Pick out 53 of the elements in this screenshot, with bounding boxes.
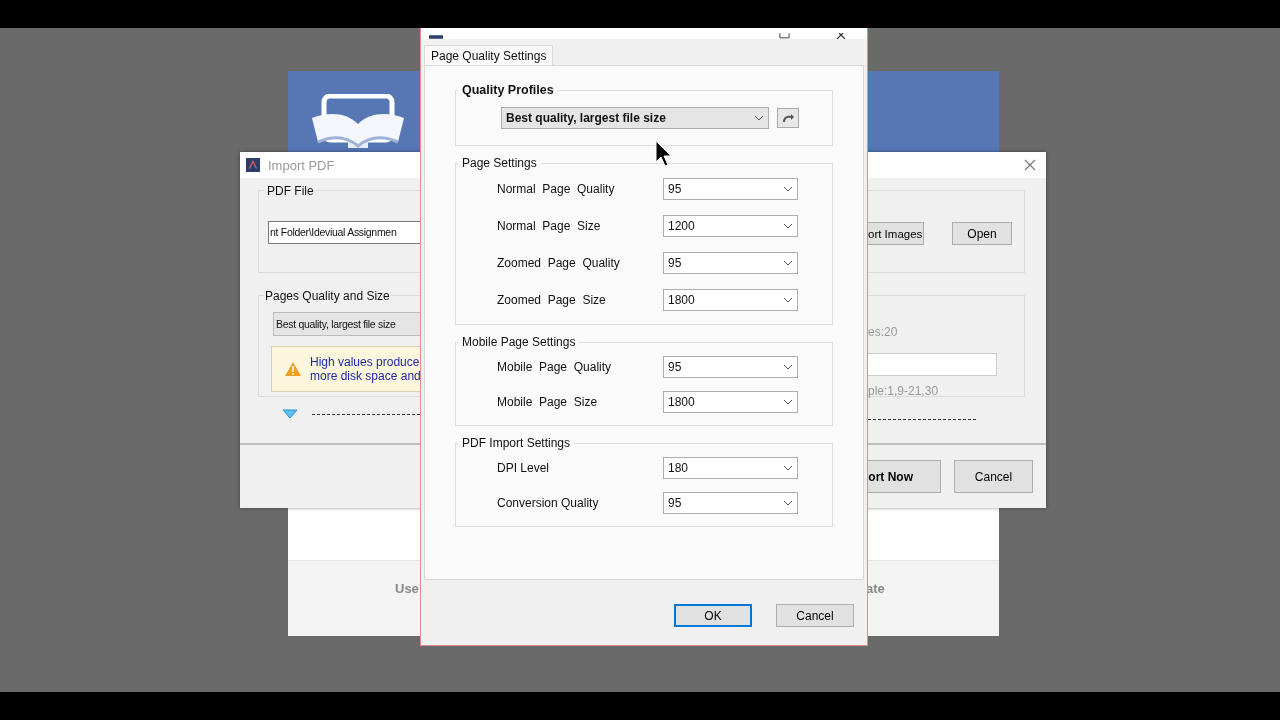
chevron-icon	[783, 296, 793, 303]
window-title: Import PDF	[268, 157, 335, 173]
tab[interactable]: Page Quality Settings	[424, 45, 554, 65]
value-dropdown[interactable]: 1800	[663, 390, 798, 413]
value-dropdown[interactable]: 95	[663, 491, 798, 514]
value-dropdown[interactable]: 95	[663, 251, 798, 274]
expand-triangle-icon[interactable]	[282, 409, 298, 419]
value-dropdown[interactable]: 95	[663, 177, 798, 200]
chevron-icon	[783, 222, 793, 229]
setting-label: DPI Level	[497, 460, 551, 475]
setting-label: Normal Page Quality	[497, 181, 616, 196]
page-count-label: es:20	[868, 325, 898, 339]
chevron-icon	[783, 363, 793, 370]
pdf-app-icon	[246, 157, 260, 173]
chevron-icon	[783, 398, 793, 405]
chevron-icon	[783, 259, 793, 266]
chevron-icon	[754, 115, 764, 121]
page-range-hint: ple:1,9-21,30	[868, 384, 939, 398]
app-icon	[429, 35, 443, 39]
setting-label: Zoomed Page Size	[497, 292, 607, 307]
group-label: Mobile Page Settings	[461, 335, 577, 349]
group-label: Pages Quality and Size	[264, 289, 391, 303]
maximize-icon[interactable]	[779, 33, 790, 39]
setting-label: Conversion Quality	[497, 495, 600, 510]
group-label: PDF Import Settings	[461, 436, 572, 450]
refresh-button[interactable]	[777, 108, 799, 128]
open-button[interactable]: Open	[952, 222, 1012, 245]
chevron-icon	[783, 464, 793, 471]
value-dropdown[interactable]: 1800	[663, 288, 798, 311]
group-label: Quality Profiles	[461, 83, 555, 97]
setting-label: Mobile Page Size	[497, 394, 599, 409]
chevron-icon	[783, 499, 793, 506]
setting-label: Normal Page Size	[497, 218, 602, 233]
value-dropdown[interactable]: 1200	[663, 214, 798, 237]
profile-dropdown[interactable]: Best quality, largest file size	[273, 312, 420, 336]
warning-icon	[284, 361, 302, 377]
value-dropdown[interactable]: 180	[663, 456, 798, 479]
warning-text: High values produce more disk space and	[310, 355, 420, 383]
value-dropdown[interactable]: 95	[663, 355, 798, 378]
path-field[interactable]: nt Folder\Ideviual Assignmen	[268, 221, 420, 244]
group-label: Page Settings	[461, 156, 538, 170]
setting-label: Mobile Page Quality	[497, 359, 613, 374]
import-images-button[interactable]: ort Images	[868, 222, 924, 245]
group-label: PDF File	[266, 184, 315, 198]
cancel-button[interactable]: Cancel	[776, 604, 854, 627]
chevron-icon	[783, 185, 793, 192]
ok-button[interactable]: OK	[674, 604, 752, 627]
profile-dropdown[interactable]: Best quality, largest file size	[501, 107, 769, 129]
setting-label: Zoomed Page Quality	[497, 255, 621, 270]
page-range-field[interactable]	[868, 353, 997, 376]
refresh-icon	[781, 113, 795, 123]
footer-label: Use	[395, 581, 419, 596]
cancel-button[interactable]: Cancel	[954, 460, 1033, 493]
